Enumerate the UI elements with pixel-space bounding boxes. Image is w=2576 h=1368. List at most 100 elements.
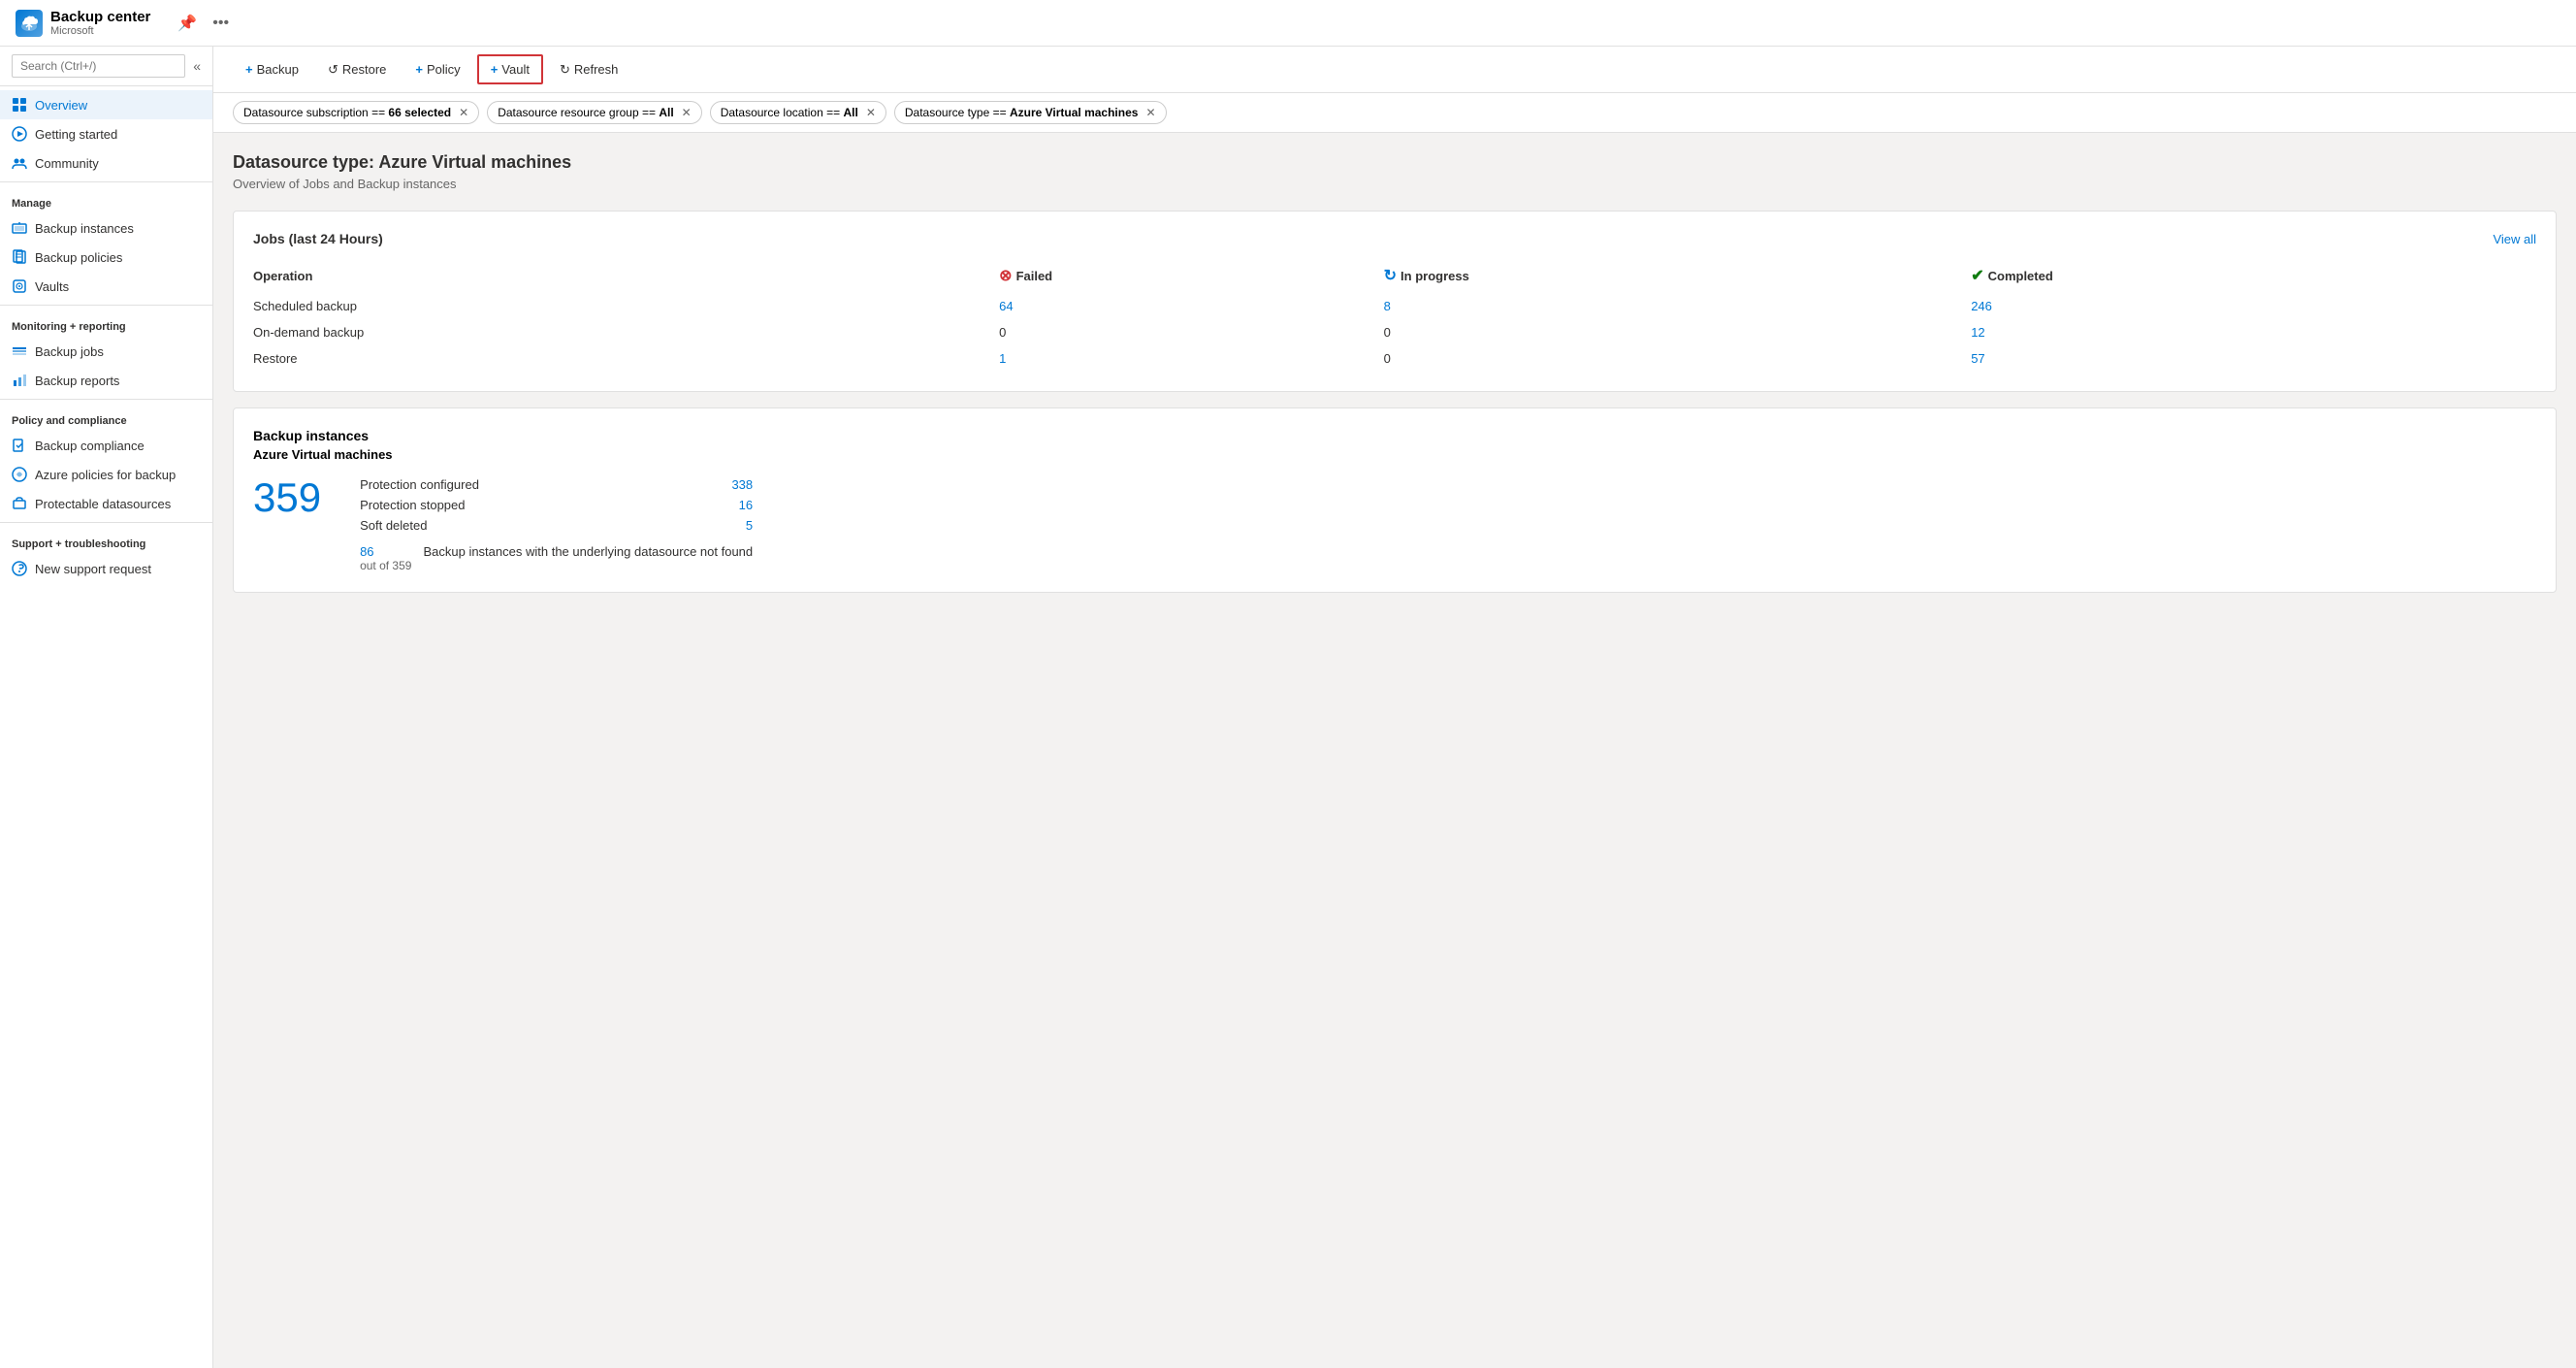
restore-button[interactable]: ↺ Restore	[315, 55, 399, 84]
app-title-block: Backup center Microsoft	[50, 9, 150, 37]
sidebar-item-protectable-datasources[interactable]: Protectable datasources	[0, 489, 212, 518]
filter-location-label: Datasource location == All	[721, 106, 858, 119]
manage-section-label: Manage	[0, 186, 212, 213]
filters-bar: Datasource subscription == 66 selected ✕…	[213, 93, 2576, 133]
restore-label: Restore	[342, 62, 387, 77]
vaults-label: Vaults	[35, 279, 69, 294]
job-operation-2: Restore	[253, 345, 999, 372]
orphan-num-block: 86 out of 359	[360, 544, 411, 572]
policy-button[interactable]: + Policy	[402, 55, 472, 83]
filter-location-clear[interactable]: ✕	[866, 106, 876, 119]
policy-label: Policy	[427, 62, 461, 77]
orphan-description: Backup instances with the underlying dat…	[423, 544, 753, 559]
sidebar-item-backup-instances[interactable]: Backup instances	[0, 213, 212, 243]
community-label: Community	[35, 156, 99, 171]
sidebar-item-new-support[interactable]: New support request	[0, 554, 212, 583]
more-icon[interactable]: •••	[209, 11, 233, 36]
collapse-button[interactable]: «	[193, 58, 201, 74]
table-row: Restore 1 0 57	[253, 345, 2536, 372]
stat-row-softdeleted: Soft deleted 5	[360, 518, 753, 533]
page-title: Datasource type: Azure Virtual machines	[233, 152, 2557, 173]
app-title: Backup center	[50, 9, 150, 25]
job-operation-0: Scheduled backup	[253, 293, 999, 319]
job-operation-1: On-demand backup	[253, 319, 999, 345]
orphan-number[interactable]: 86	[360, 544, 411, 559]
policy-plus-icon: +	[415, 62, 423, 77]
community-icon	[12, 155, 27, 171]
sidebar-item-vaults[interactable]: Vaults	[0, 272, 212, 301]
orphan-section: 86 out of 359 Backup instances with the …	[360, 544, 753, 572]
job-failed-2[interactable]: 1	[999, 345, 1383, 372]
refresh-button[interactable]: ↻ Refresh	[547, 55, 630, 84]
protectable-datasources-icon	[12, 496, 27, 511]
backup-compliance-label: Backup compliance	[35, 439, 145, 453]
filter-resource-group[interactable]: Datasource resource group == All ✕	[487, 101, 702, 124]
col-inprogress: ↻ In progress	[1384, 262, 1972, 293]
job-inprogress-2: 0	[1384, 345, 1972, 372]
jobs-card: Jobs (last 24 Hours) View all Operation …	[233, 211, 2557, 392]
col-operation: Operation	[253, 262, 999, 293]
protection-stats: Protection configured 338 Protection sto…	[360, 477, 753, 533]
sidebar-item-community[interactable]: Community	[0, 148, 212, 178]
filter-resource-group-clear[interactable]: ✕	[682, 106, 692, 119]
stat-row-configured: Protection configured 338	[360, 477, 753, 492]
stat-configured-value[interactable]: 338	[731, 477, 753, 492]
search-box: «	[0, 47, 212, 86]
backup-instances-icon	[12, 220, 27, 236]
refresh-label: Refresh	[574, 62, 619, 77]
filter-type-clear[interactable]: ✕	[1145, 106, 1155, 119]
sidebar-item-getting-started[interactable]: Getting started	[0, 119, 212, 148]
completed-icon: ✔	[1971, 266, 1983, 285]
failed-icon: ⊗	[999, 266, 1012, 285]
sidebar-item-backup-compliance[interactable]: Backup compliance	[0, 431, 212, 460]
sidebar-item-backup-jobs[interactable]: Backup jobs	[0, 337, 212, 366]
filter-location[interactable]: Datasource location == All ✕	[710, 101, 886, 124]
total-instances-number[interactable]: 359	[253, 477, 321, 518]
backup-instances-card: Backup instances Azure Virtual machines …	[233, 407, 2557, 593]
col-failed: ⊗ Failed	[999, 262, 1383, 293]
filter-subscription[interactable]: Datasource subscription == 66 selected ✕	[233, 101, 479, 124]
pin-icon[interactable]: 📌	[174, 10, 201, 37]
support-section-label: Support + troubleshooting	[0, 527, 212, 554]
stat-softdeleted-value[interactable]: 5	[746, 518, 753, 533]
content-area: Datasource type: Azure Virtual machines …	[213, 133, 2576, 628]
search-input[interactable]	[12, 54, 185, 78]
vault-button[interactable]: + Vault	[477, 54, 543, 84]
monitoring-section-label: Monitoring + reporting	[0, 309, 212, 337]
backup-reports-icon	[12, 373, 27, 388]
backup-button[interactable]: + Backup	[233, 55, 311, 83]
backup-plus-icon: +	[245, 62, 253, 77]
stat-stopped-label: Protection stopped	[360, 498, 465, 512]
backup-jobs-label: Backup jobs	[35, 344, 104, 359]
restore-icon: ↺	[328, 62, 338, 78]
backup-reports-label: Backup reports	[35, 374, 119, 388]
sidebar-item-backup-policies[interactable]: Backup policies	[0, 243, 212, 272]
sidebar-nav: Overview Getting started Community Manag…	[0, 86, 212, 1368]
jobs-view-all[interactable]: View all	[2493, 232, 2536, 246]
col-completed: ✔ Completed	[1971, 262, 2536, 293]
sidebar-item-overview[interactable]: Overview	[0, 90, 212, 119]
orphan-sublabel: out of 359	[360, 559, 411, 572]
sidebar-item-backup-reports[interactable]: Backup reports	[0, 366, 212, 395]
app-subtitle: Microsoft	[50, 25, 150, 37]
overview-label: Overview	[35, 98, 87, 113]
app-icon	[16, 10, 43, 37]
filter-type[interactable]: Datasource type == Azure Virtual machine…	[894, 101, 1167, 124]
vaults-icon	[12, 278, 27, 294]
page-subtitle: Overview of Jobs and Backup instances	[233, 177, 2557, 191]
filter-subscription-clear[interactable]: ✕	[459, 106, 468, 119]
sidebar-item-azure-policies[interactable]: Azure policies for backup	[0, 460, 212, 489]
job-completed-1[interactable]: 12	[1971, 319, 2536, 345]
top-bar: Backup center Microsoft 📌 •••	[0, 0, 2576, 47]
backup-instances-card-title: Backup instances	[253, 428, 2536, 443]
stat-softdeleted-label: Soft deleted	[360, 518, 427, 533]
job-failed-0[interactable]: 64	[999, 293, 1383, 319]
new-support-label: New support request	[35, 562, 151, 576]
stat-stopped-value[interactable]: 16	[739, 498, 753, 512]
job-inprogress-0[interactable]: 8	[1384, 293, 1972, 319]
stat-row-stopped: Protection stopped 16	[360, 498, 753, 512]
getting-started-label: Getting started	[35, 127, 117, 142]
backup-instances-label: Backup instances	[35, 221, 134, 236]
job-completed-2[interactable]: 57	[1971, 345, 2536, 372]
job-completed-0[interactable]: 246	[1971, 293, 2536, 319]
